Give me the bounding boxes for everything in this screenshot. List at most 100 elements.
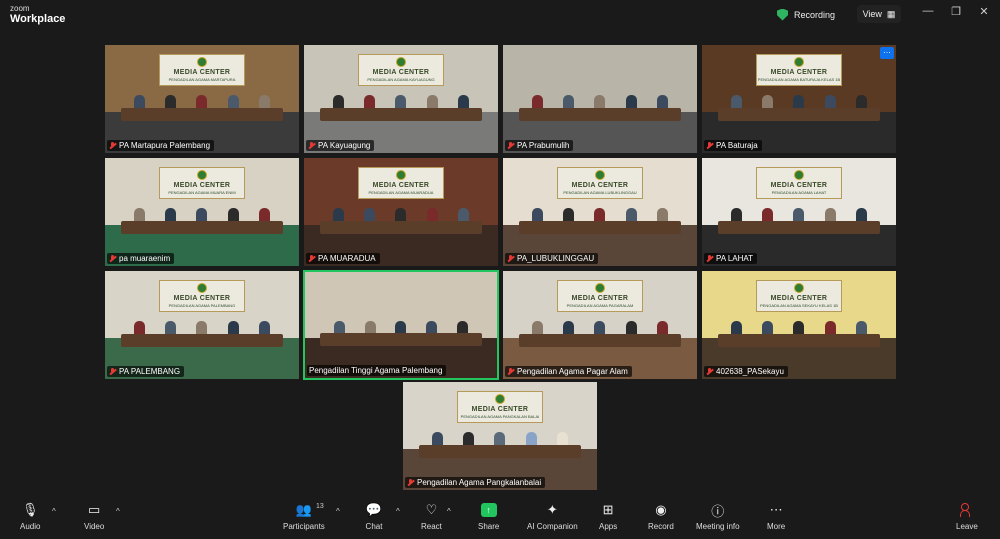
record-label: Record [648, 522, 674, 531]
title-bar: zoom Workplace Recording View ▦ — ❐ ✕ [0, 0, 1000, 30]
react-button[interactable]: ♡ React [421, 501, 442, 537]
media-center-banner: MEDIA CENTER PENGADILAN AGAMA KAYUAGUNG [358, 53, 444, 87]
video-tile[interactable]: MEDIA CENTER PENGADILAN AGAMA MUARA ENIM p… [104, 157, 300, 267]
audio-label: Audio [20, 522, 41, 531]
ai-companion-button[interactable]: ✦ AI Companion [527, 501, 578, 537]
mic-muted-icon [706, 254, 713, 263]
conference-table [120, 220, 284, 234]
tile-options-icon[interactable]: … [880, 47, 894, 59]
mic-muted-icon [109, 367, 116, 376]
leave-icon [958, 501, 976, 519]
brand-line-2: Workplace [10, 13, 66, 25]
video-tile[interactable]: PA Prabumulih [502, 44, 698, 154]
recording-indicator[interactable]: Recording [777, 6, 835, 23]
banner-subtitle: PENGADILAN AGAMA PANGKALAN BALAI [460, 414, 540, 420]
participant-name: PA Prabumulih [517, 141, 570, 150]
video-tile[interactable]: MEDIA CENTER PENGADILAN AGAMA SEKAYU KELA… [701, 270, 897, 380]
video-tile[interactable]: MEDIA CENTER PENGADILAN AGAMA LUBUKLINGGA… [502, 157, 698, 267]
ai-companion-label: AI Companion [527, 522, 578, 531]
participant-name: PA Martapura Palembang [119, 141, 211, 150]
media-center-banner: MEDIA CENTER PENGADILAN AGAMA MUARA ENIM [159, 166, 245, 200]
banner-subtitle: PENGADILAN AGAMA SEKAYU KELAS 1B [760, 303, 838, 309]
audio-button[interactable]: 🎙 Audio [20, 501, 40, 537]
court-logo-icon [395, 170, 406, 181]
react-options-chevron-icon[interactable]: ^ [447, 507, 451, 516]
share-screen-icon: ↑ [480, 501, 498, 519]
minimize-button[interactable]: — [918, 5, 938, 17]
court-logo-icon [395, 57, 406, 68]
chat-button[interactable]: 💬 Chat [365, 501, 383, 537]
video-options-chevron-icon[interactable]: ^ [116, 507, 120, 516]
conference-table [518, 107, 682, 121]
mic-muted-icon [507, 254, 514, 263]
more-button[interactable]: ⋯ More [767, 501, 785, 537]
participant-name-tag: PA Martapura Palembang [107, 140, 215, 151]
conference-table [518, 220, 682, 234]
media-center-banner: MEDIA CENTER PENGADILAN AGAMA MARTAPURA [159, 53, 245, 87]
mic-muted-icon [308, 254, 315, 263]
microphone-icon: 🎙 [21, 502, 39, 517]
mic-muted-icon [706, 141, 713, 150]
conference-table [418, 444, 582, 458]
media-center-banner: MEDIA CENTER PENGADILAN AGAMA LAHAT [756, 166, 842, 200]
participant-name: PA MUARADUA [318, 254, 376, 263]
participant-name: Pengadilan Agama Pagar Alam [517, 367, 628, 376]
banner-subtitle: PENGADILAN AGAMA MUARADUA [368, 190, 434, 196]
banner-subtitle: PENGADILAN AGAMA LAHAT [771, 190, 827, 196]
video-tile[interactable]: MEDIA CENTER PENGADILAN AGAMA LAHAT PA LAH… [701, 157, 897, 267]
banner-subtitle: PENGADILAN AGAMA BATURAJA KELAS 1B [757, 77, 841, 83]
participant-name-tag: pa muaraenim [107, 253, 175, 264]
court-logo-icon [494, 394, 505, 405]
participant-name-tag: PA MUARADUA [306, 253, 380, 264]
participant-name: PA Baturaja [716, 141, 758, 150]
apps-icon: ⊞ [602, 502, 614, 517]
heart-icon: ♡ [425, 502, 438, 517]
court-logo-icon [196, 283, 207, 294]
court-logo-icon [793, 170, 804, 181]
recording-label: Recording [794, 9, 836, 20]
video-tile[interactable]: MEDIA CENTER PENGADILAN AGAMA PAGARALAM Pe… [502, 270, 698, 380]
leave-button[interactable]: Leave [956, 501, 978, 537]
video-tile[interactable]: MEDIA CENTER PENGADILAN AGAMA MARTAPURA PA… [104, 44, 300, 154]
video-button[interactable]: ▭ Video [84, 501, 104, 537]
chat-bubble-icon: 💬 [365, 502, 383, 517]
audio-options-chevron-icon[interactable]: ^ [52, 507, 56, 516]
participants-options-chevron-icon[interactable]: ^ [336, 507, 340, 516]
record-button[interactable]: ◉ Record [648, 501, 674, 537]
video-tile[interactable]: MEDIA CENTER PENGADILAN AGAMA MUARADUA PA … [303, 157, 499, 267]
banner-title: MEDIA CENTER [770, 69, 828, 77]
chat-options-chevron-icon[interactable]: ^ [396, 507, 400, 516]
leave-label: Leave [956, 522, 978, 531]
share-button[interactable]: ↑ Share [478, 501, 499, 537]
close-button[interactable]: ✕ [974, 5, 994, 18]
view-button[interactable]: View ▦ [857, 5, 901, 23]
video-tile[interactable]: MEDIA CENTER PENGADILAN AGAMA KAYUAGUNG PA… [303, 44, 499, 154]
conference-table [120, 107, 284, 121]
video-tile[interactable]: MEDIA CENTER PENGADILAN AGAMA BATURAJA KE… [701, 44, 897, 154]
conference-table [717, 333, 881, 347]
video-gallery: MEDIA CENTER PENGADILAN AGAMA MARTAPURA PA… [104, 44, 896, 380]
conference-table [319, 220, 483, 234]
court-logo-icon [793, 283, 804, 294]
meeting-info-button[interactable]: ⓘ Meeting info [696, 501, 740, 537]
participants-label: Participants [283, 522, 325, 531]
restore-button[interactable]: ❐ [946, 5, 966, 18]
court-logo-icon [793, 57, 804, 68]
video-tile[interactable]: MEDIA CENTER PENGADILAN AGAMA PALEMBANG PA… [104, 270, 300, 380]
video-tile-pangkalanbalai[interactable]: MEDIA CENTER PENGADILAN AGAMA PANGKALAN … [402, 381, 598, 491]
brand-line-1: zoom [10, 4, 30, 13]
zoom-logo: zoom Workplace [10, 5, 65, 25]
participant-name-tag: PA PALEMBANG [107, 366, 185, 377]
info-icon: ⓘ [711, 503, 725, 519]
court-logo-icon [196, 57, 207, 68]
banner-title: MEDIA CENTER [372, 69, 430, 77]
banner-title: MEDIA CENTER [173, 69, 231, 77]
media-center-banner: MEDIA CENTER PENGADILAN AGAMA PANGKALAN … [457, 390, 543, 424]
participant-name-tag: PA Prabumulih [505, 140, 574, 151]
video-tile[interactable]: Pengadilan Tinggi Agama Palembang [303, 270, 499, 380]
banner-title: MEDIA CENTER [173, 182, 231, 190]
apps-button[interactable]: ⊞ Apps [599, 501, 617, 537]
grid-icon: ▦ [886, 8, 896, 19]
media-center-banner: MEDIA CENTER PENGADILAN AGAMA LUBUKLINGGA… [557, 166, 643, 200]
banner-subtitle: PENGADILAN AGAMA LUBUKLINGGAU [563, 190, 637, 196]
